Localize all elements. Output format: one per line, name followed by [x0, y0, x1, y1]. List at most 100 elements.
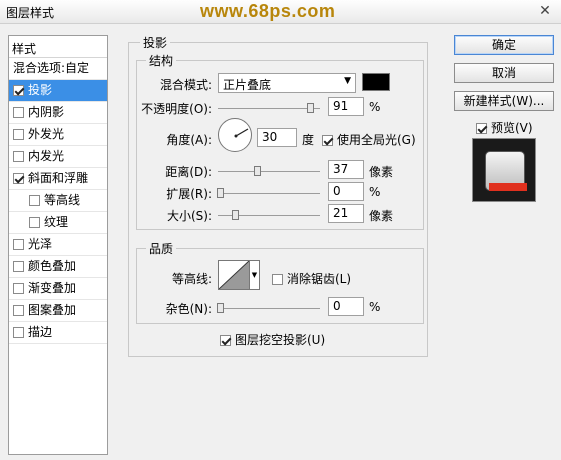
style-item-checkbox[interactable]: [13, 239, 24, 250]
style-item-label: 内发光: [28, 149, 65, 163]
style-list-item[interactable]: 渐变叠加: [9, 278, 107, 300]
spread-slider-thumb[interactable]: [217, 188, 224, 198]
noise-unit: %: [369, 300, 381, 314]
anti-aliased-checkbox[interactable]: [272, 274, 283, 285]
noise-slider[interactable]: [217, 303, 320, 313]
style-list-item[interactable]: 内阴影: [9, 102, 107, 124]
global-light-checkbox[interactable]: [322, 135, 333, 146]
global-light-checkbox-wrap[interactable]: 使用全局光(G): [322, 131, 416, 148]
cancel-button[interactable]: 取消: [454, 63, 554, 83]
style-item-label: 光泽: [28, 237, 53, 251]
spread-unit: %: [369, 185, 381, 199]
size-slider[interactable]: [218, 210, 320, 220]
style-item-checkbox[interactable]: [13, 305, 24, 316]
contour-picker[interactable]: [218, 260, 250, 290]
distance-input[interactable]: 37: [328, 160, 364, 179]
opacity-unit: %: [369, 100, 381, 114]
distance-slider-thumb[interactable]: [254, 166, 261, 176]
style-item-checkbox[interactable]: [13, 283, 24, 294]
angle-dial[interactable]: [218, 118, 252, 152]
size-input[interactable]: 21: [328, 204, 364, 223]
global-light-label: 使用全局光(G): [337, 133, 416, 147]
chevron-down-icon: ▼: [344, 76, 351, 86]
spread-label: 扩展(R):: [166, 187, 212, 201]
style-item-label: 描边: [28, 325, 53, 339]
opacity-label: 不透明度(O):: [141, 102, 212, 116]
style-item-label: 斜面和浮雕: [28, 171, 89, 185]
style-item-label: 颜色叠加: [28, 259, 77, 273]
watermark: www.68ps.com: [200, 1, 336, 21]
preview-checkbox-wrap[interactable]: 预览(V): [476, 119, 533, 136]
knockout-label: 图层挖空投影(U): [235, 333, 326, 347]
title-bar: 图层样式 www.68ps.com ✕: [0, 0, 561, 24]
style-item-checkbox[interactable]: [13, 129, 24, 140]
size-unit: 像素: [369, 209, 394, 223]
style-list-item[interactable]: 等高线: [9, 190, 107, 212]
preview-label: 预览(V): [491, 121, 533, 135]
style-item-checkbox[interactable]: [13, 261, 24, 272]
ok-button[interactable]: 确定: [454, 35, 554, 55]
style-list-item[interactable]: 混合选项:自定: [9, 58, 107, 80]
style-item-label: 外发光: [28, 127, 65, 141]
style-item-label: 渐变叠加: [28, 281, 77, 295]
style-item-label: 图案叠加: [28, 303, 77, 317]
size-label: 大小(S):: [166, 209, 212, 223]
style-item-label: 内阴影: [28, 105, 65, 119]
style-item-checkbox[interactable]: [13, 107, 24, 118]
new-style-button[interactable]: 新建样式(W)...: [454, 91, 554, 111]
style-list-item[interactable]: 内发光: [9, 146, 107, 168]
style-item-checkbox[interactable]: [13, 85, 24, 96]
style-item-label: 等高线: [44, 193, 81, 207]
close-icon[interactable]: ✕: [535, 2, 555, 20]
style-item-label: 纹理: [44, 215, 69, 229]
shadow-color-swatch[interactable]: [362, 73, 390, 91]
contour-label: 等高线:: [171, 272, 212, 286]
opacity-slider-thumb[interactable]: [307, 103, 314, 113]
blend-mode-label: 混合模式:: [159, 78, 212, 92]
opacity-input[interactable]: 91: [328, 97, 364, 116]
style-list-item[interactable]: 纹理: [9, 212, 107, 234]
spread-slider[interactable]: [217, 188, 320, 198]
distance-unit: 像素: [369, 165, 394, 179]
style-list-item[interactable]: 描边: [9, 322, 107, 344]
style-item-checkbox[interactable]: [13, 173, 24, 184]
distance-slider[interactable]: [218, 166, 320, 176]
style-item-checkbox[interactable]: [13, 327, 24, 338]
style-list-item[interactable]: 外发光: [9, 124, 107, 146]
style-preview-thumbnail: [472, 138, 536, 202]
preview-checkbox[interactable]: [476, 123, 487, 134]
style-list-header: 样式: [9, 36, 107, 58]
quality-title: 品质: [146, 240, 177, 257]
knockout-checkbox-wrap[interactable]: 图层挖空投影(U): [220, 331, 325, 348]
style-item-checkbox[interactable]: [13, 151, 24, 162]
chevron-down-icon: ▼: [251, 271, 258, 279]
angle-input[interactable]: 30: [257, 128, 297, 147]
style-item-checkbox[interactable]: [29, 217, 40, 228]
style-list: 样式 混合选项:自定投影内阴影外发光内发光斜面和浮雕等高线纹理光泽颜色叠加渐变叠…: [8, 35, 108, 455]
noise-input[interactable]: 0: [328, 297, 364, 316]
anti-aliased-checkbox-wrap[interactable]: 消除锯齿(L): [272, 270, 351, 287]
angle-label: 角度(A):: [166, 133, 212, 147]
style-list-item[interactable]: 投影: [9, 80, 107, 102]
blend-mode-select[interactable]: 正片叠底 ▼: [218, 73, 356, 93]
window-title: 图层样式: [6, 6, 55, 20]
contour-dropdown[interactable]: ▼: [250, 260, 260, 290]
spread-input[interactable]: 0: [328, 182, 364, 201]
style-list-item[interactable]: 图案叠加: [9, 300, 107, 322]
noise-slider-thumb[interactable]: [217, 303, 224, 313]
noise-label: 杂色(N):: [165, 302, 212, 316]
blend-mode-value: 正片叠底: [223, 78, 272, 92]
structure-title: 结构: [146, 52, 177, 69]
style-item-label: 混合选项:自定: [13, 61, 90, 75]
drop-shadow-title: 投影: [140, 34, 171, 51]
size-slider-thumb[interactable]: [232, 210, 239, 220]
distance-label: 距离(D):: [165, 165, 212, 179]
anti-aliased-label: 消除锯齿(L): [287, 272, 352, 286]
opacity-slider[interactable]: [218, 103, 320, 113]
knockout-checkbox[interactable]: [220, 335, 231, 346]
style-item-checkbox[interactable]: [29, 195, 40, 206]
style-item-label: 投影: [28, 83, 53, 97]
style-list-item[interactable]: 光泽: [9, 234, 107, 256]
style-list-item[interactable]: 斜面和浮雕: [9, 168, 107, 190]
style-list-item[interactable]: 颜色叠加: [9, 256, 107, 278]
